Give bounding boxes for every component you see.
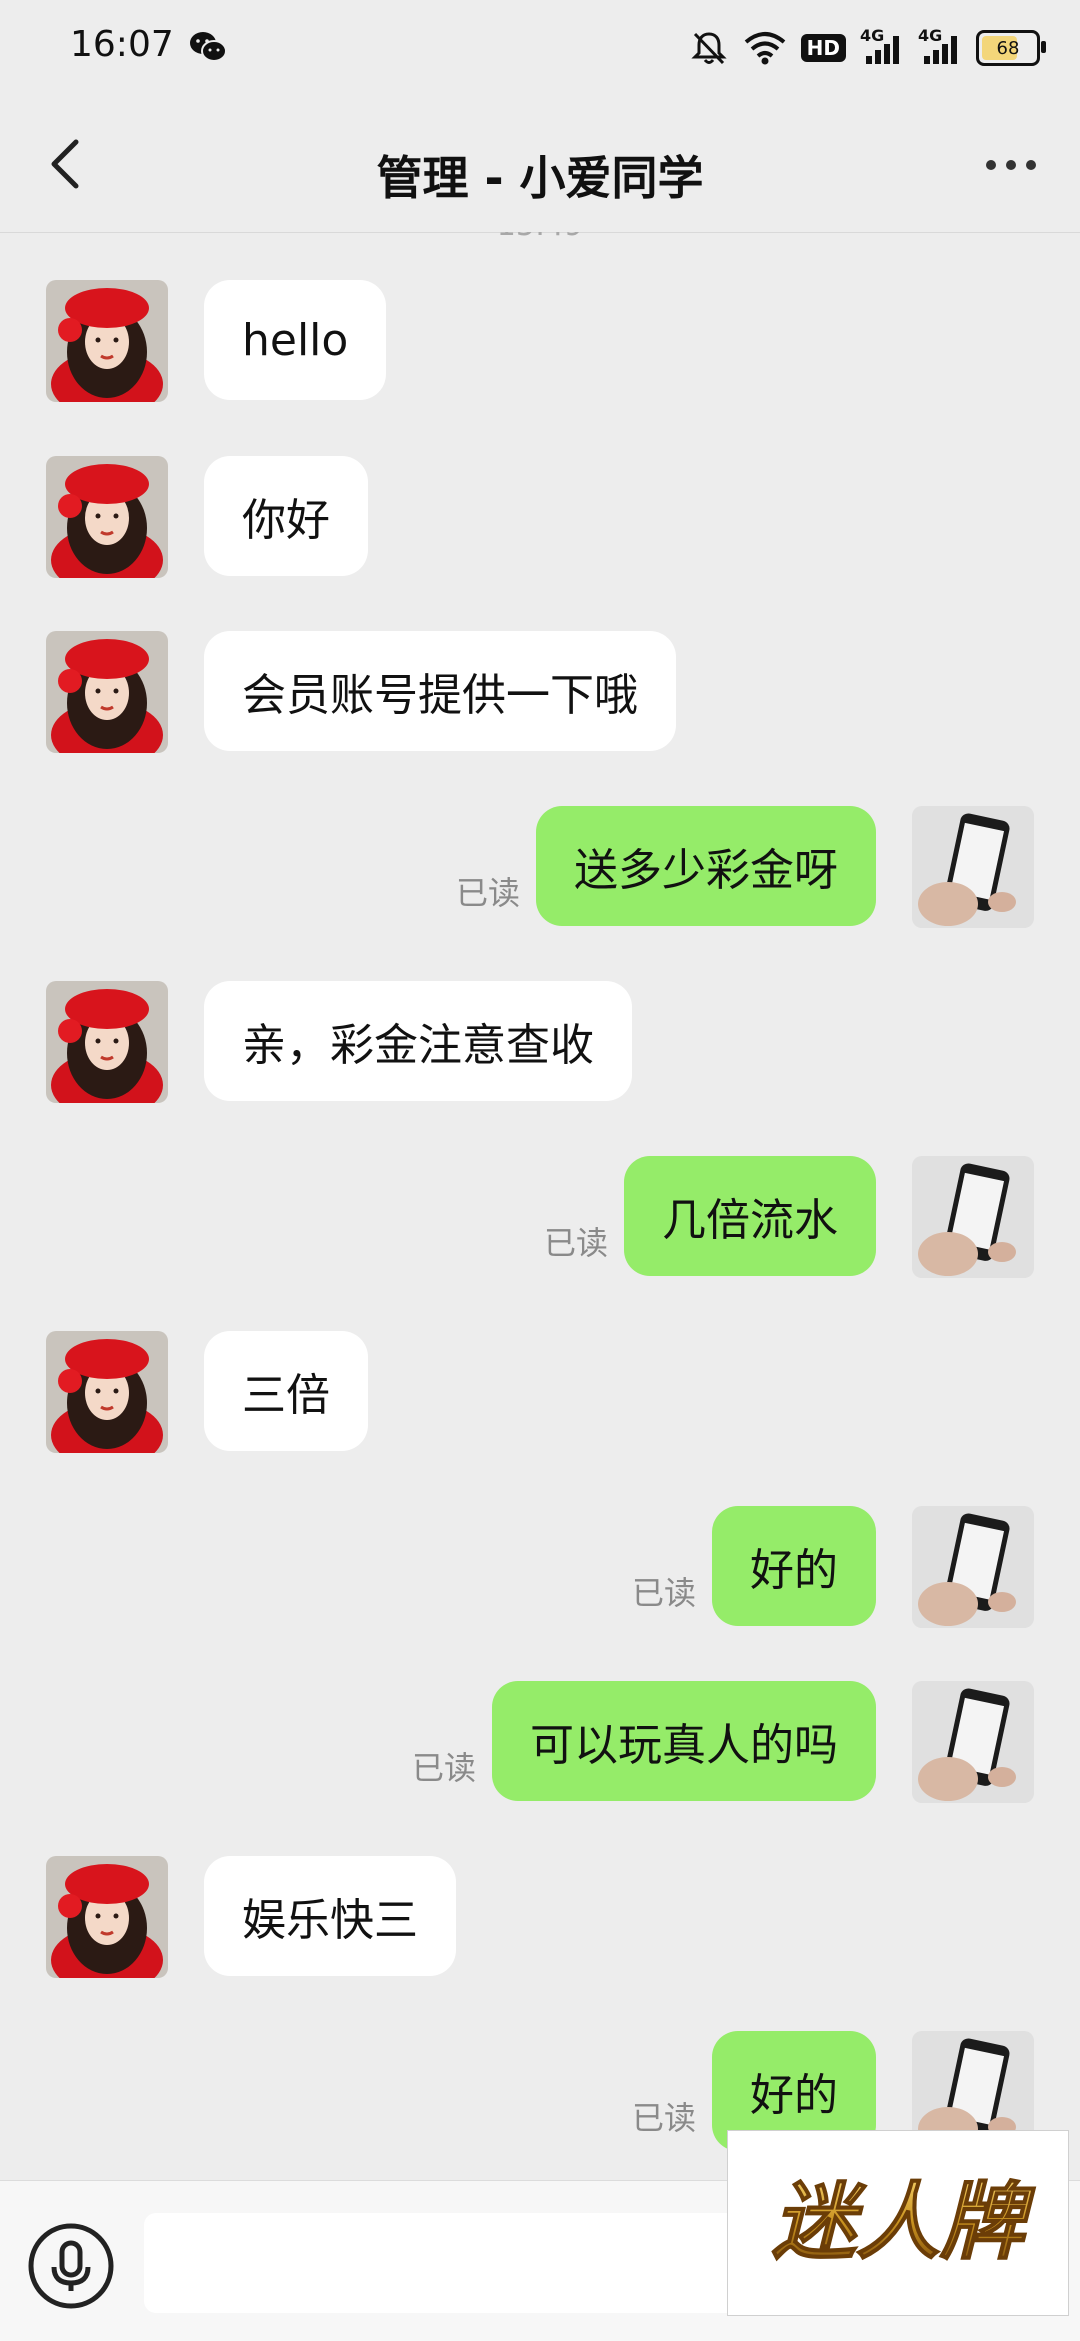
status-icons: HD 4G 4G 68 xyxy=(689,26,1046,70)
battery-icon: 68 xyxy=(976,30,1046,66)
my-avatar[interactable] xyxy=(912,1506,1034,1628)
more-dots-icon[interactable] xyxy=(984,158,1038,172)
contact-avatar[interactable] xyxy=(46,1331,168,1453)
read-receipt: 已读 xyxy=(455,874,520,912)
message-bubble[interactable]: hello xyxy=(204,280,387,400)
read-receipt: 已读 xyxy=(631,2099,696,2137)
message-bubble[interactable]: 好的 xyxy=(712,1506,876,1626)
chat-header: 管理 - 小爱同学 xyxy=(0,96,1080,233)
incoming-message-row: 你好 xyxy=(0,456,1080,578)
incoming-message-row: hello xyxy=(0,280,1080,402)
battery-level: 68 xyxy=(996,37,1020,59)
message-bubble[interactable]: 娱乐快三 xyxy=(204,1856,456,1976)
incoming-message-row: 会员账号提供一下哦 xyxy=(0,631,1080,753)
message-bubble[interactable]: 几倍流水 xyxy=(624,1156,876,1276)
status-bar: 16:07 HD 4G 4G 68 xyxy=(0,0,1080,96)
mute-bell-icon xyxy=(691,32,727,65)
message-bubble[interactable]: 送多少彩金呀 xyxy=(536,806,876,926)
status-time: 16:07 xyxy=(70,24,174,65)
contact-avatar[interactable] xyxy=(46,1856,168,1978)
read-receipt: 已读 xyxy=(543,1224,608,1262)
message-bubble[interactable]: 会员账号提供一下哦 xyxy=(204,631,676,751)
contact-avatar[interactable] xyxy=(46,631,168,753)
watermark-logo: 迷人牌 xyxy=(727,2130,1069,2316)
microphone-icon[interactable] xyxy=(26,2221,116,2311)
read-receipt: 已读 xyxy=(411,1749,476,1787)
outgoing-message-row: 送多少彩金呀 已读 xyxy=(0,806,1080,928)
contact-avatar[interactable] xyxy=(46,280,168,402)
my-avatar[interactable] xyxy=(912,1156,1034,1278)
contact-avatar[interactable] xyxy=(46,456,168,578)
outgoing-message-row: 好的 已读 xyxy=(0,1506,1080,1628)
contact-avatar[interactable] xyxy=(46,981,168,1103)
signal-2-icon: 4G xyxy=(918,26,962,66)
incoming-message-row: 三倍 xyxy=(0,1331,1080,1453)
chat-title: 管理 - 小爱同学 xyxy=(376,151,704,205)
message-bubble[interactable]: 三倍 xyxy=(204,1331,368,1451)
outgoing-message-row: 可以玩真人的吗 已读 xyxy=(0,1681,1080,1803)
message-list[interactable]: 15:49 hello你好会员账号提供一下哦送多少彩金呀已读亲，彩金注意查收几倍… xyxy=(0,232,1080,2180)
my-avatar[interactable] xyxy=(912,806,1034,928)
message-input[interactable] xyxy=(144,2213,764,2313)
time-divider: 15:49 xyxy=(0,232,1080,243)
hd-badge: HD xyxy=(800,34,846,62)
my-avatar[interactable] xyxy=(912,1681,1034,1803)
message-bubble[interactable]: 你好 xyxy=(204,456,368,576)
read-receipt: 已读 xyxy=(631,1574,696,1612)
signal-1-icon: 4G xyxy=(860,26,904,66)
incoming-message-row: 亲，彩金注意查收 xyxy=(0,981,1080,1103)
message-bubble[interactable]: 可以玩真人的吗 xyxy=(492,1681,876,1801)
message-bubble[interactable]: 亲，彩金注意查收 xyxy=(204,981,632,1101)
wechat-notification-icon xyxy=(190,32,227,62)
outgoing-message-row: 几倍流水 已读 xyxy=(0,1156,1080,1278)
watermark-text: 迷人牌 xyxy=(772,2173,1036,2271)
wifi-icon xyxy=(744,32,785,65)
incoming-message-row: 娱乐快三 xyxy=(0,1856,1080,1978)
